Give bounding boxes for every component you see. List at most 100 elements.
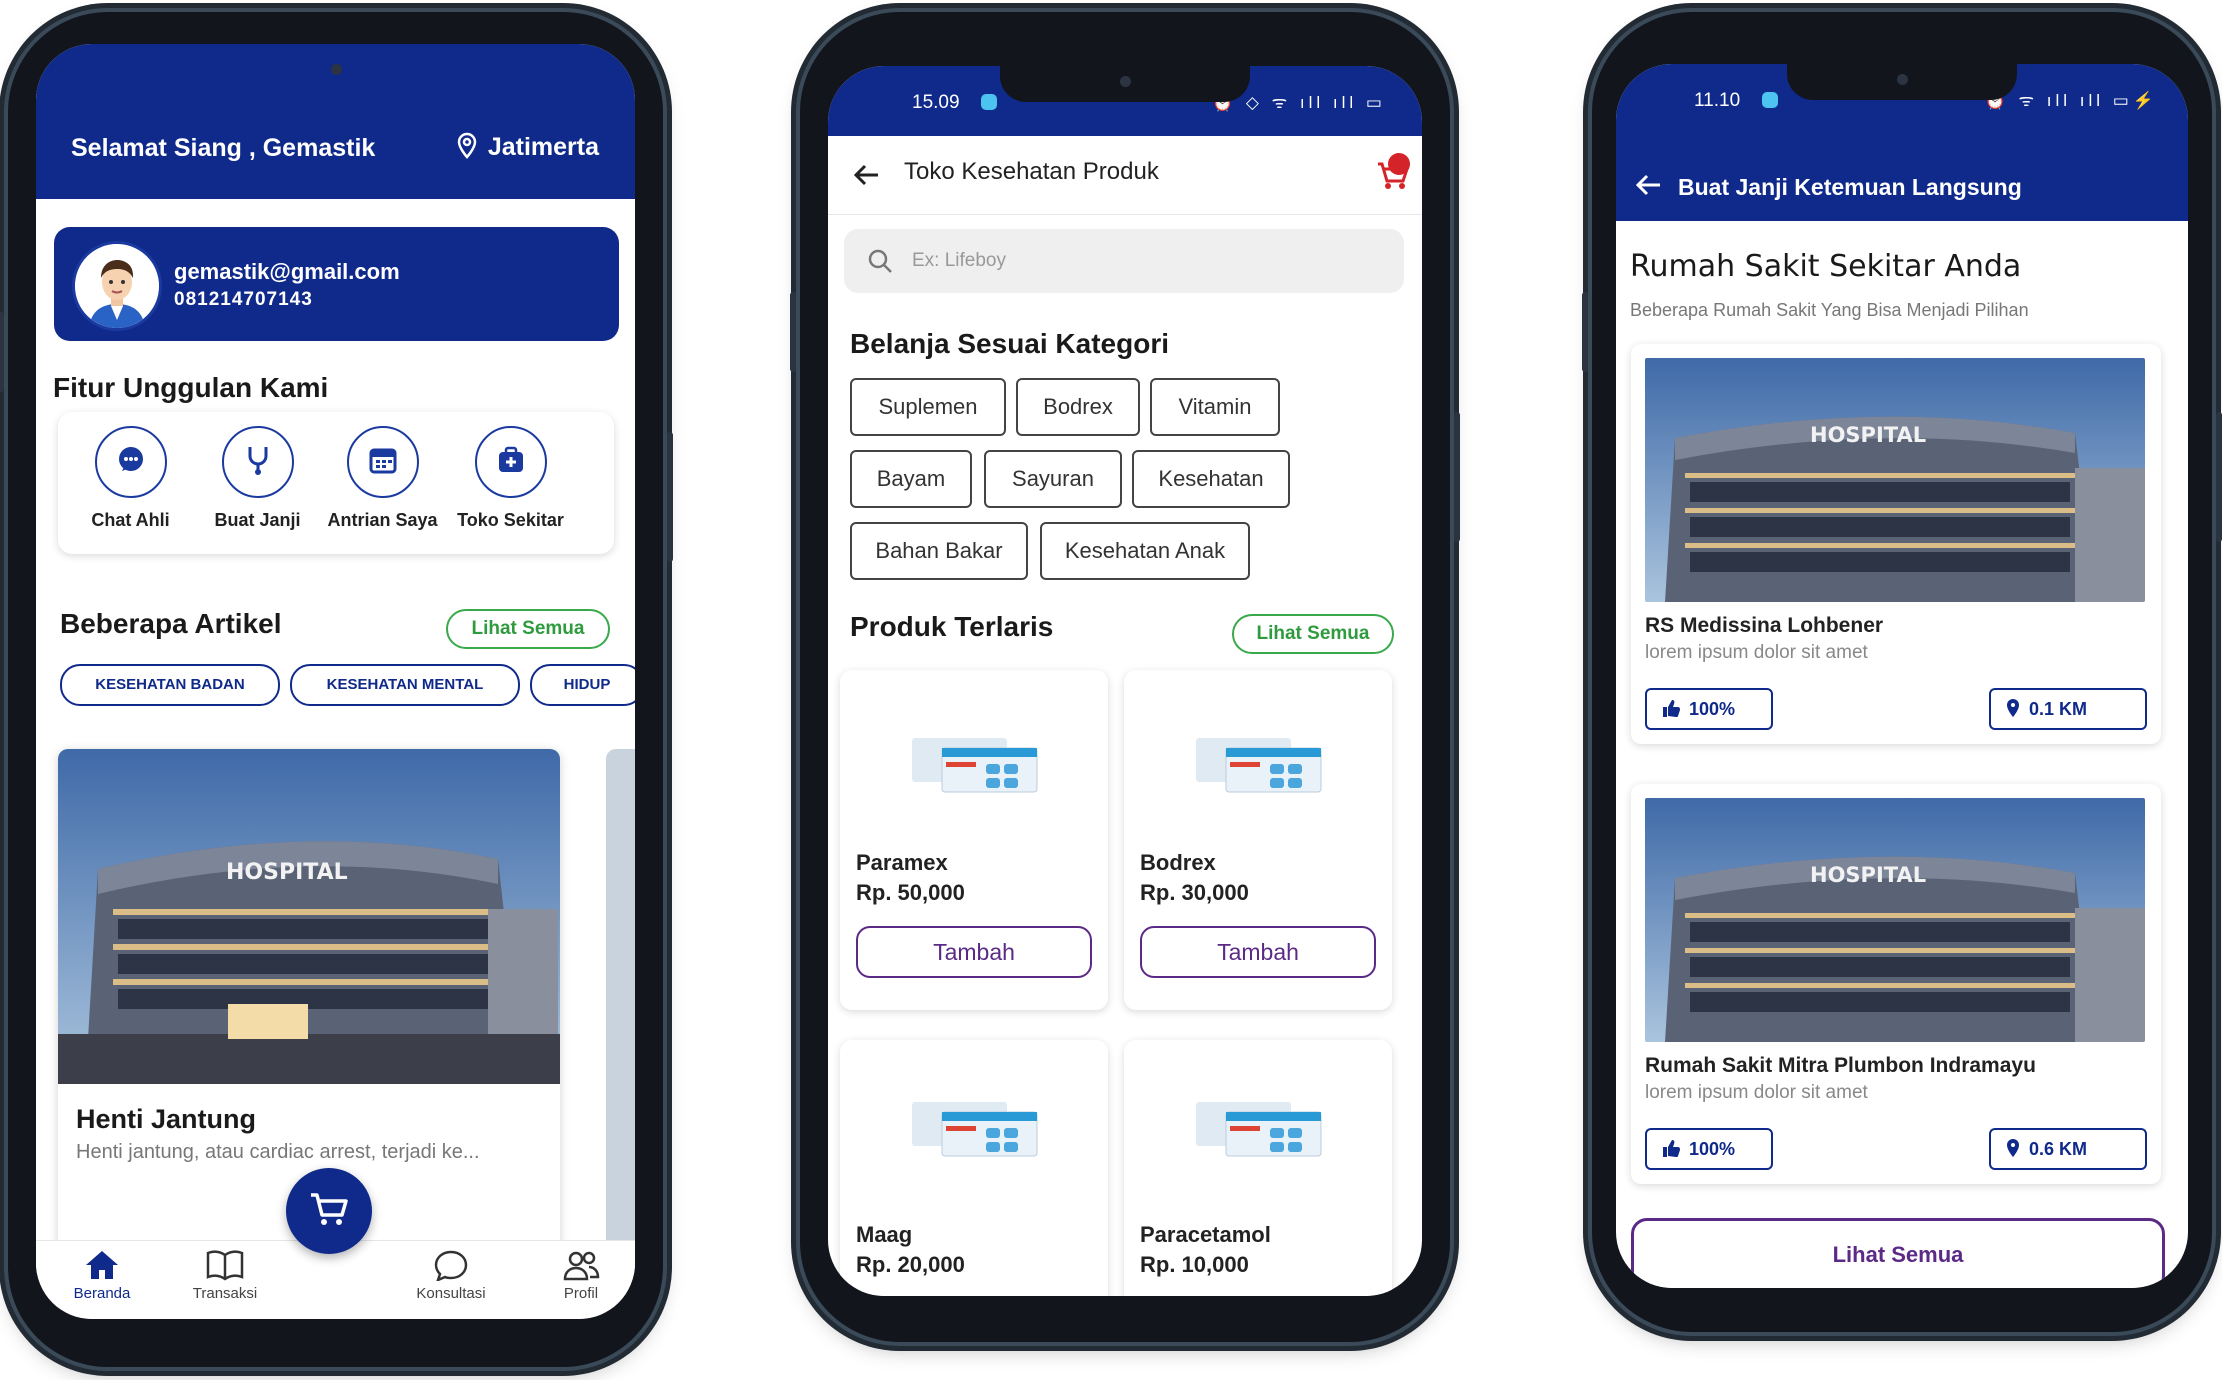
category-sayuran[interactable]: Sayuran bbox=[984, 450, 1122, 508]
shop-screen: 15.09 ⏰ ◇ ᯤ ıll ıll ▭ Toko Kesehatan Pro… bbox=[828, 66, 1422, 1296]
rating-badge: 100% bbox=[1645, 1128, 1773, 1170]
medicine-pack-image bbox=[1196, 1102, 1322, 1157]
products-see-all-button[interactable]: Lihat Semua bbox=[1232, 614, 1394, 654]
search-icon bbox=[866, 247, 894, 280]
cart-fab-button[interactable] bbox=[286, 1168, 372, 1254]
add-to-cart-button[interactable]: Tambah bbox=[856, 926, 1092, 978]
hospitals-see-all-button[interactable]: Lihat Semua bbox=[1631, 1218, 2165, 1288]
feature-toko-sekitar[interactable]: Toko Sekitar bbox=[448, 426, 573, 531]
nav-beranda[interactable]: Beranda bbox=[47, 1249, 157, 1302]
features-title: Fitur Unggulan Kami bbox=[53, 372, 329, 403]
feature-chat-ahli[interactable]: Chat Ahli bbox=[68, 426, 193, 531]
appointment-screen: 11.10 ⏰ ᯤ ıll ıll ▭⚡ Buat Janji Ketemuan… bbox=[1616, 64, 2188, 1288]
greeting-text: Selamat Siang , Gemastik bbox=[71, 134, 376, 162]
articles-title: Beberapa Artikel bbox=[60, 608, 282, 639]
category-bahan-bakar[interactable]: Bahan Bakar bbox=[850, 522, 1028, 580]
product-card: Maag Rp. 20,000 bbox=[840, 1040, 1108, 1296]
category-bodrex[interactable]: Bodrex bbox=[1016, 378, 1140, 436]
hospitals-title: Rumah Sakit Sekitar Anda bbox=[1630, 249, 2022, 284]
hospital-card[interactable]: HOSPITAL Rumah Sakit Mitra Plumbon Indra… bbox=[1631, 784, 2161, 1184]
cart-icon bbox=[309, 1191, 349, 1232]
chip-hidup[interactable]: HIDUP bbox=[530, 664, 635, 706]
medicine-pack-image bbox=[1196, 738, 1322, 793]
chip-kesehatan-badan[interactable]: KESEHATAN BADAN bbox=[60, 664, 280, 706]
medicine-pack-image bbox=[912, 738, 1038, 793]
location-selector[interactable]: Jatimerta bbox=[456, 132, 599, 162]
rating-value: 100% bbox=[1689, 699, 1736, 719]
product-price: Rp. 50,000 bbox=[856, 880, 965, 905]
nav-profil[interactable]: Profil bbox=[526, 1249, 635, 1302]
hospital-image-text: HOSPITAL bbox=[1810, 863, 1926, 887]
category-kesehatan[interactable]: Kesehatan bbox=[1132, 450, 1290, 508]
thumbs-up-icon bbox=[1647, 699, 1689, 719]
hospital-name: Rumah Sakit Mitra Plumbon Indramayu bbox=[1645, 1054, 2036, 1077]
product-name: Paracetamol bbox=[1140, 1222, 1271, 1247]
search-input[interactable]: Ex: Lifeboy bbox=[844, 229, 1404, 293]
user-email: gemastik@gmail.com bbox=[174, 259, 400, 284]
best-products-title: Produk Terlaris bbox=[850, 611, 1054, 642]
back-arrow-icon[interactable] bbox=[1634, 170, 1664, 205]
feature-label: Toko Sekitar bbox=[457, 510, 564, 530]
nav-label: Beranda bbox=[73, 1285, 131, 1302]
hospitals-subtitle: Beberapa Rumah Sakit Yang Bisa Menjadi P… bbox=[1630, 300, 2029, 320]
feature-buat-janji[interactable]: Buat Janji bbox=[195, 426, 320, 531]
hospital-image: HOSPITAL bbox=[1645, 358, 2145, 602]
thumbs-up-icon bbox=[1647, 1139, 1689, 1159]
location-pin-icon bbox=[1991, 699, 2029, 719]
chat-icon bbox=[116, 445, 146, 480]
category-kesehatan-anak[interactable]: Kesehatan Anak bbox=[1040, 522, 1250, 580]
appointment-title: Buat Janji Ketemuan Langsung bbox=[1678, 174, 2022, 200]
stethoscope-icon bbox=[243, 444, 273, 481]
features-card: Chat Ahli Buat Janji Antrian Saya Toko S… bbox=[58, 412, 614, 554]
search-placeholder: Ex: Lifeboy bbox=[912, 250, 1006, 271]
product-card: Bodrex Rp. 30,000 Tambah bbox=[1124, 670, 1392, 1010]
back-arrow-icon[interactable] bbox=[852, 160, 882, 195]
article-card-next[interactable] bbox=[606, 749, 635, 1269]
product-price: Rp. 30,000 bbox=[1140, 880, 1249, 905]
distance-badge: 0.1 KM bbox=[1989, 688, 2147, 730]
product-card: Paracetamol Rp. 10,000 bbox=[1124, 1040, 1392, 1296]
article-image: HOSPITAL bbox=[58, 749, 560, 1084]
nav-label: Konsultasi bbox=[416, 1285, 486, 1302]
cart-icon[interactable] bbox=[1372, 152, 1414, 199]
hospital-image-text: HOSPITAL bbox=[1810, 423, 1926, 447]
shop-title: Toko Kesehatan Produk bbox=[904, 158, 1159, 185]
product-name: Bodrex bbox=[1140, 850, 1216, 875]
phone-home: Selamat Siang , Gemastik Jatimerta gemas… bbox=[0, 12, 673, 1367]
status-time: 15.09 bbox=[912, 92, 960, 113]
nav-transaksi[interactable]: Transaksi bbox=[170, 1249, 280, 1302]
nav-konsultasi[interactable]: Konsultasi bbox=[396, 1249, 506, 1302]
article-image-text: HOSPITAL bbox=[226, 860, 348, 885]
feature-antrian-saya[interactable]: Antrian Saya bbox=[320, 426, 445, 531]
nav-label: Profil bbox=[563, 1285, 599, 1302]
home-icon bbox=[47, 1249, 157, 1281]
hospital-desc: lorem ipsum dolor sit amet bbox=[1645, 1082, 1868, 1103]
product-name: Maag bbox=[856, 1222, 913, 1247]
distance-badge: 0.6 KM bbox=[1989, 1128, 2147, 1170]
shop-appbar: Toko Kesehatan Produk bbox=[828, 136, 1422, 215]
categories-title: Belanja Sesuai Kategori bbox=[850, 328, 1170, 359]
distance-value: 0.1 KM bbox=[2029, 699, 2088, 719]
nav-label: Transaksi bbox=[192, 1285, 258, 1302]
chip-kesehatan-mental[interactable]: KESEHATAN MENTAL bbox=[290, 664, 520, 706]
hospital-card[interactable]: HOSPITAL RS Medissina Lohbener lorem ips… bbox=[1631, 344, 2161, 744]
hospital-image: HOSPITAL bbox=[1645, 798, 2145, 1042]
articles-see-all-button[interactable]: Lihat Semua bbox=[446, 609, 610, 649]
users-icon bbox=[526, 1249, 635, 1281]
feature-label: Antrian Saya bbox=[327, 510, 438, 530]
appointment-header: 11.10 ⏰ ᯤ ıll ıll ▭⚡ Buat Janji Ketemuan… bbox=[1616, 64, 2188, 221]
category-bayam[interactable]: Bayam bbox=[850, 450, 972, 508]
feature-label: Buat Janji bbox=[214, 510, 301, 530]
category-vitamin[interactable]: Vitamin bbox=[1150, 378, 1280, 436]
add-to-cart-button[interactable]: Tambah bbox=[1140, 926, 1376, 978]
feature-label: Chat Ahli bbox=[91, 510, 170, 530]
hospital-desc: lorem ipsum dolor sit amet bbox=[1645, 642, 1868, 663]
book-icon bbox=[170, 1249, 280, 1281]
phone-appointment: 11.10 ⏰ ᯤ ıll ıll ▭⚡ Buat Janji Ketemuan… bbox=[1582, 12, 2222, 1332]
medkit-icon bbox=[496, 445, 526, 480]
home-screen: Selamat Siang , Gemastik Jatimerta gemas… bbox=[36, 44, 635, 1319]
category-suplemen[interactable]: Suplemen bbox=[850, 378, 1006, 436]
calendar-icon bbox=[368, 445, 398, 480]
user-card[interactable]: gemastik@gmail.com 081214707143 bbox=[54, 227, 619, 341]
location-pin-icon bbox=[1991, 1139, 2029, 1159]
